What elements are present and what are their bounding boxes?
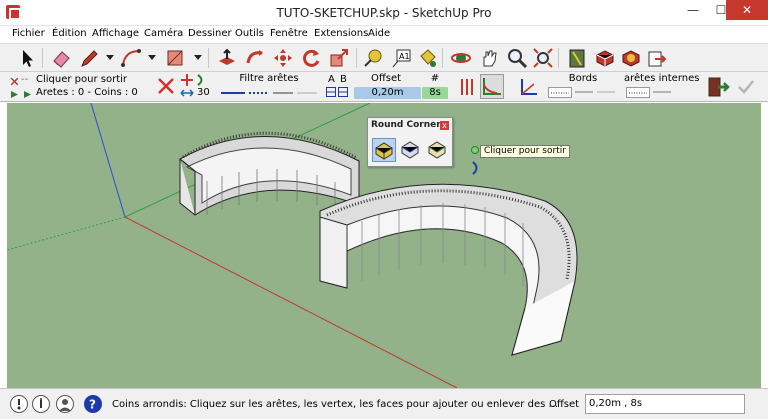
offset-caption: Offset — [370, 73, 402, 84]
exit-hint-text: Cliquer pour sortir — [36, 74, 128, 85]
export-icon[interactable] — [646, 47, 668, 69]
value-control-box[interactable]: 0,20m , 8s — [585, 394, 745, 414]
menu-aide[interactable]: Aide — [368, 28, 390, 39]
border-faint-option[interactable] — [596, 87, 616, 98]
validate-check-icon[interactable] — [736, 76, 756, 98]
offset-field[interactable]: 0,20m — [354, 87, 421, 99]
palette-close-button[interactable]: x — [440, 121, 449, 130]
component-red-icon[interactable] — [594, 47, 616, 69]
bevel-option-icon[interactable] — [426, 138, 450, 162]
zoom-icon[interactable] — [506, 47, 528, 69]
tape-measure-icon[interactable] — [362, 47, 384, 69]
width-arrow-icon[interactable] — [180, 88, 194, 98]
menu-camera[interactable]: Caméra — [144, 28, 183, 39]
exit-close-icon[interactable] — [10, 77, 19, 86]
svg-text:?: ? — [89, 398, 96, 412]
count-caption: # — [430, 73, 440, 84]
title-bar: TUTO-SKETCHUP.skp - SketchUp Pro — ☐ ✕ — [0, 0, 768, 26]
paint-bucket-icon[interactable] — [416, 47, 438, 69]
text-label-icon[interactable]: A1 — [390, 47, 412, 69]
vertical-bars-icon[interactable] — [456, 76, 478, 98]
pencil-line-icon[interactable] — [78, 47, 100, 69]
scale-icon[interactable] — [328, 47, 350, 69]
menu-affichage[interactable]: Affichage — [92, 28, 139, 39]
red-axis — [124, 216, 458, 388]
round-corner-option-icon[interactable] — [372, 138, 396, 162]
right-arc-wall — [319, 183, 578, 357]
border-thin-option[interactable] — [574, 87, 594, 98]
menu-extensions[interactable]: Extensions — [314, 28, 368, 39]
round-corner-palette[interactable]: Round Corner x — [367, 117, 453, 167]
edge-thin-option[interactable] — [272, 88, 294, 97]
grid-b-icon[interactable] — [338, 87, 348, 97]
edge-solid-option[interactable] — [220, 88, 246, 97]
palette-title: Round Corner — [371, 120, 441, 130]
menu-fenetre[interactable]: Fenêtre — [270, 28, 308, 39]
svg-text:A1: A1 — [399, 52, 410, 61]
edge-filter-label: Filtre arêtes — [239, 73, 299, 84]
menu-bar: Fichier Édition Affichage Caméra Dessine… — [0, 26, 768, 43]
borders-caption: Bords — [568, 73, 598, 84]
credits-icon[interactable] — [32, 395, 50, 413]
exit-door-icon[interactable] — [706, 76, 730, 98]
count-field[interactable]: 8s — [422, 87, 448, 99]
inner-edges-caption: arêtes internes — [624, 73, 700, 84]
minimize-button[interactable]: — — [680, 0, 706, 20]
edge-dotted-option[interactable] — [248, 88, 270, 97]
status-message: Coins arrondis: Cliquez sur les arêtes, … — [112, 399, 559, 410]
axis-angle-icon[interactable] — [518, 76, 540, 98]
green-axis-negative — [7, 216, 126, 251]
arc-icon[interactable] — [120, 47, 142, 69]
rotate-icon[interactable] — [300, 47, 322, 69]
left-arc-wall — [179, 131, 360, 216]
edge-faint-option[interactable] — [296, 88, 318, 97]
pan-hand-icon[interactable] — [478, 47, 500, 69]
play-triangle-icon[interactable] — [24, 90, 31, 98]
close-button[interactable]: ✕ — [726, 0, 768, 20]
value-label: Offset — [549, 399, 580, 410]
book-icon[interactable] — [566, 47, 588, 69]
corner-profile-icon[interactable] — [480, 74, 504, 99]
menu-dessiner[interactable]: Dessiner — [188, 28, 232, 39]
inner-thin-option[interactable] — [652, 87, 672, 98]
menu-fichier[interactable]: Fichier — [12, 28, 45, 39]
push-pull-icon[interactable] — [216, 47, 238, 69]
inner-dotted-option[interactable] — [626, 87, 650, 98]
orbit-icon[interactable] — [450, 47, 472, 69]
geo-location-icon[interactable] — [10, 395, 28, 413]
help-question-icon[interactable]: ? — [84, 395, 102, 413]
grid-a-icon[interactable] — [326, 87, 336, 97]
move-cross-icon[interactable] — [180, 74, 194, 86]
user-account-icon[interactable] — [56, 395, 74, 413]
segments-value[interactable]: 30 — [197, 87, 210, 98]
cancel-cross-icon[interactable] — [156, 76, 176, 96]
border-dotted-option[interactable] — [548, 87, 572, 98]
roundcorner-toolbar: -- Cliquer pour sortir Aretes : 0 - Coin… — [0, 72, 768, 102]
ab-label-b: B — [340, 74, 347, 85]
main-toolbar: A1 — [0, 43, 768, 72]
follow-me-icon[interactable] — [244, 47, 266, 69]
zoom-extents-icon[interactable] — [532, 47, 554, 69]
window-title: TUTO-SKETCHUP.skp - SketchUp Pro — [276, 6, 492, 20]
menu-edition[interactable]: Édition — [52, 28, 87, 39]
status-bar: ? Coins arrondis: Cliquez sur les arêtes… — [0, 388, 768, 419]
move-icon[interactable] — [272, 47, 294, 69]
rectangle-icon[interactable] — [164, 47, 186, 69]
eraser-icon[interactable] — [50, 47, 72, 69]
select-arrow-icon[interactable] — [16, 47, 38, 69]
menu-outils[interactable]: Outils — [235, 28, 264, 39]
component-yellow-icon[interactable] — [620, 47, 642, 69]
expand-triangle-icon[interactable] — [11, 90, 18, 98]
exit-tooltip: Cliquer pour sortir — [480, 145, 570, 158]
counts-text: Aretes : 0 - Coins : 0 — [36, 87, 138, 98]
blue-axis — [90, 103, 126, 218]
ab-label-a: A — [328, 74, 335, 85]
sharp-corner-option-icon[interactable] — [399, 138, 423, 162]
arc-segment-icon[interactable] — [196, 74, 206, 86]
